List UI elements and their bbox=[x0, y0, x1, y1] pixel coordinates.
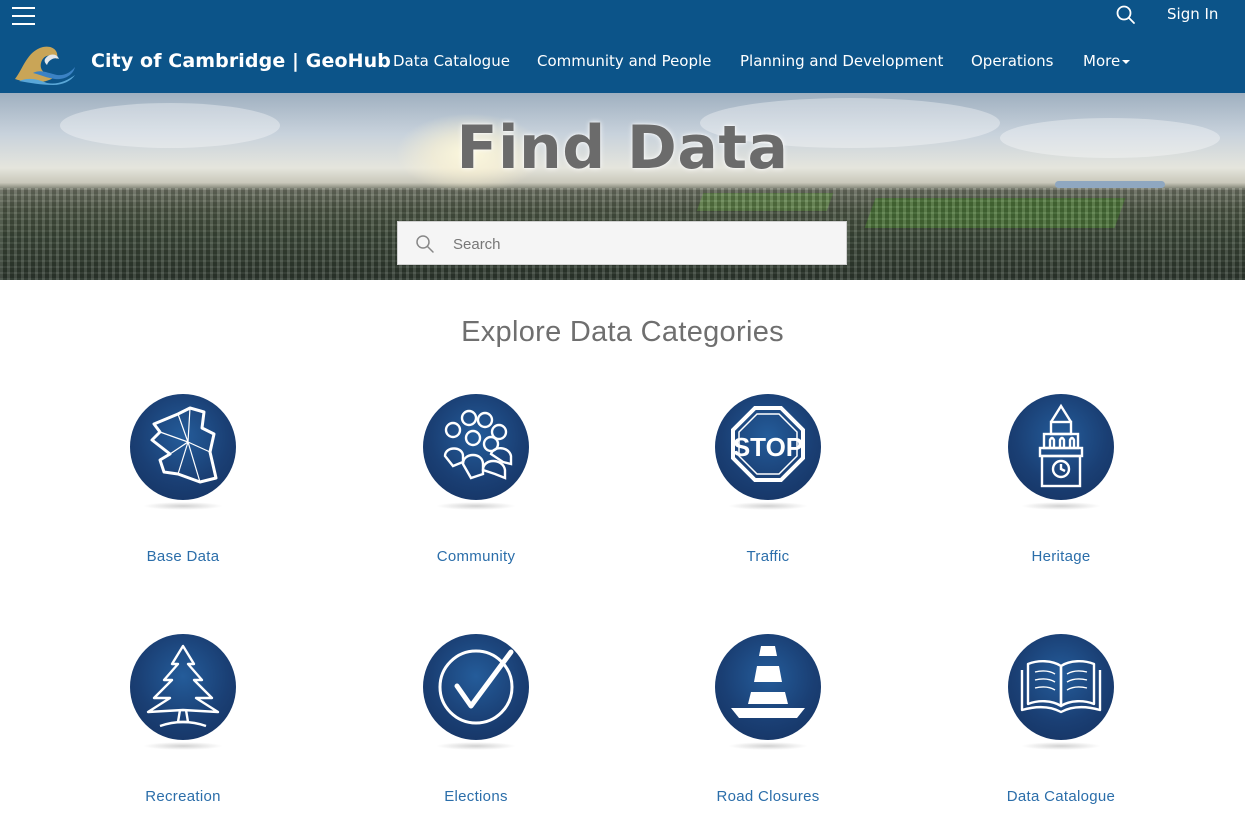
nav-data-catalogue[interactable]: Data Catalogue bbox=[393, 52, 510, 70]
site-title[interactable]: City of Cambridge | GeoHub bbox=[91, 50, 391, 72]
traffic-cone-icon bbox=[715, 634, 821, 740]
category-label[interactable]: Traffic bbox=[668, 548, 868, 565]
icon-shadow bbox=[436, 502, 516, 510]
icon-shadow bbox=[728, 742, 808, 750]
category-label[interactable]: Data Catalogue bbox=[961, 788, 1161, 805]
icon-shadow bbox=[436, 742, 516, 750]
category-elections[interactable]: Elections bbox=[376, 634, 576, 814]
icon-shadow bbox=[1021, 502, 1101, 510]
stop-sign-text: STOP bbox=[733, 432, 803, 462]
category-traffic[interactable]: STOP Traffic bbox=[668, 394, 868, 574]
section-title: Explore Data Categories bbox=[461, 316, 784, 348]
icon-shadow bbox=[143, 742, 223, 750]
category-community[interactable]: Community bbox=[376, 394, 576, 574]
hamburger-menu-icon[interactable] bbox=[12, 4, 35, 26]
category-label[interactable]: Community bbox=[376, 548, 576, 565]
category-label[interactable]: Base Data bbox=[83, 548, 283, 565]
hero-title: Find Data bbox=[456, 113, 789, 183]
nav-more-label: More bbox=[1083, 52, 1121, 70]
category-data-catalogue[interactable]: Data Catalogue bbox=[961, 634, 1161, 814]
search-input[interactable] bbox=[453, 232, 833, 256]
sign-in-link[interactable]: Sign In bbox=[1167, 5, 1218, 23]
search-bar[interactable] bbox=[397, 221, 847, 265]
nav-planning-and-development[interactable]: Planning and Development bbox=[740, 52, 943, 70]
category-recreation[interactable]: Recreation bbox=[83, 634, 283, 814]
category-heritage[interactable]: Heritage bbox=[961, 394, 1161, 574]
search-icon[interactable] bbox=[1115, 4, 1137, 26]
clock-tower-icon bbox=[1008, 394, 1114, 500]
top-header: Sign In City of Cambridge | GeoHub Data … bbox=[0, 0, 1245, 93]
icon-shadow bbox=[1021, 742, 1101, 750]
open-book-icon bbox=[1008, 634, 1114, 740]
nav-more-dropdown[interactable]: More bbox=[1083, 52, 1131, 70]
checkmark-circle-icon bbox=[423, 634, 529, 740]
people-group-icon bbox=[423, 394, 529, 500]
icon-shadow bbox=[143, 502, 223, 510]
category-label[interactable]: Recreation bbox=[83, 788, 283, 805]
hero-banner: Find Data bbox=[0, 93, 1245, 280]
map-outline-icon bbox=[130, 394, 236, 500]
city-logo-icon[interactable] bbox=[13, 39, 77, 85]
category-label[interactable]: Elections bbox=[376, 788, 576, 805]
category-road-closures[interactable]: Road Closures bbox=[668, 634, 868, 814]
nav-community-and-people[interactable]: Community and People bbox=[537, 52, 711, 70]
category-label[interactable]: Road Closures bbox=[668, 788, 868, 805]
nav-operations[interactable]: Operations bbox=[971, 52, 1053, 70]
search-icon bbox=[416, 235, 434, 253]
caret-down-icon bbox=[1122, 59, 1131, 64]
category-base-data[interactable]: Base Data bbox=[83, 394, 283, 574]
icon-shadow bbox=[728, 502, 808, 510]
pine-tree-icon bbox=[130, 634, 236, 740]
category-label[interactable]: Heritage bbox=[961, 548, 1161, 565]
stop-sign-icon: STOP bbox=[715, 394, 821, 500]
